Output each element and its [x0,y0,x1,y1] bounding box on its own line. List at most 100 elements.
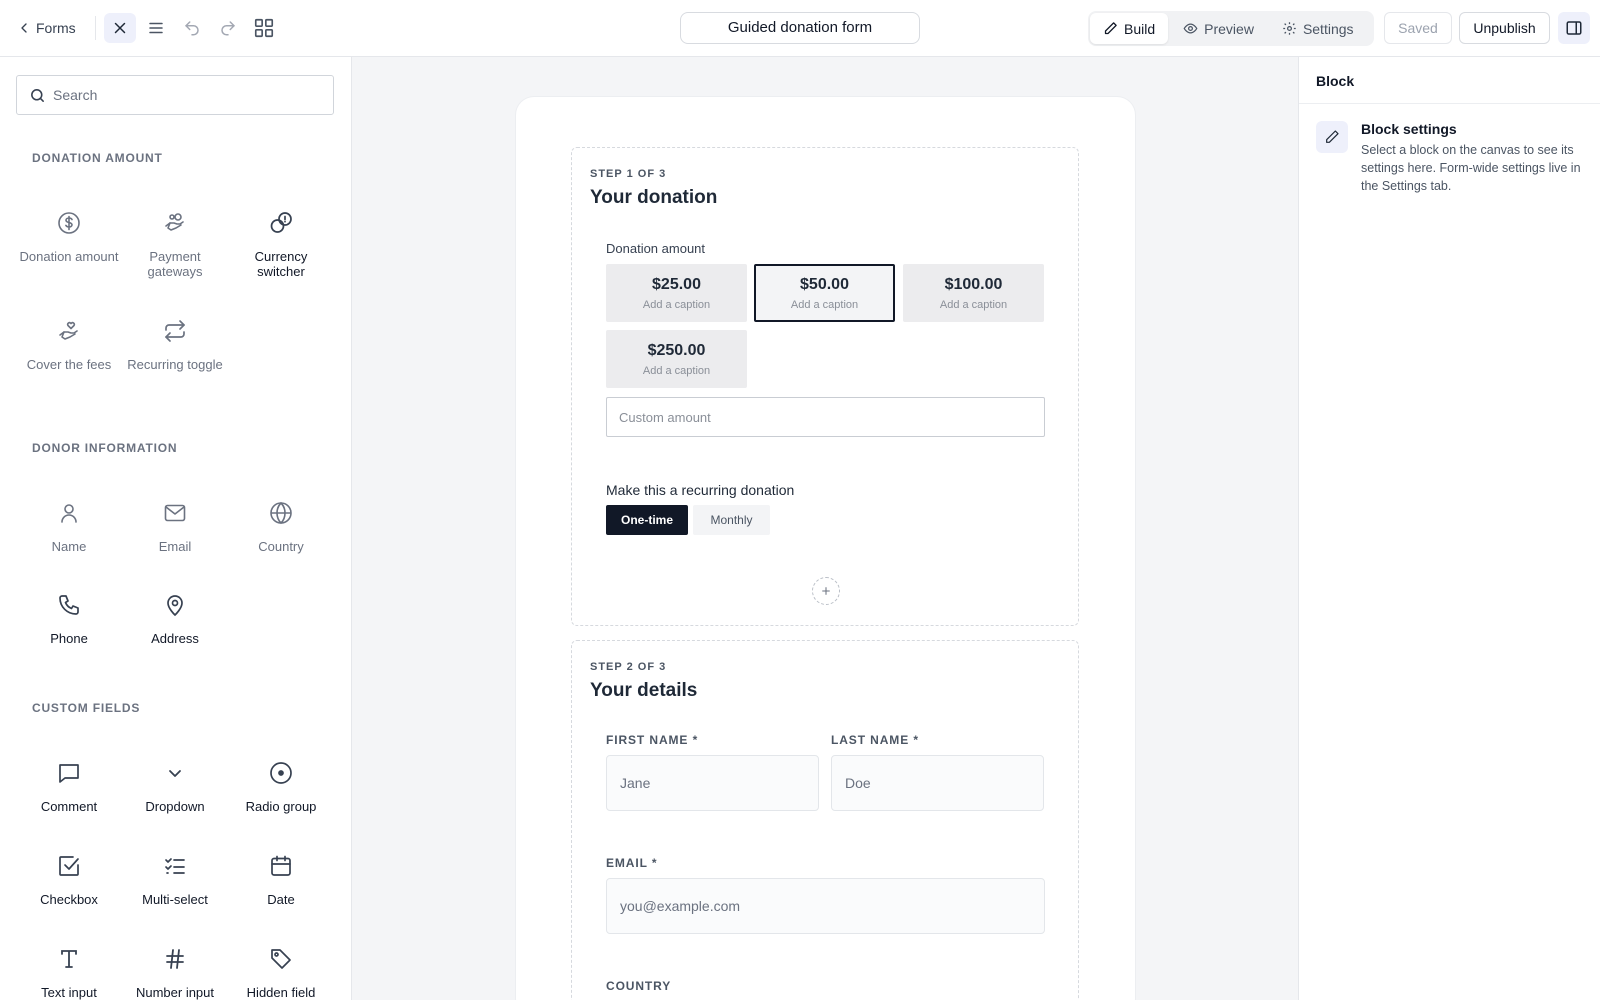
undo-button[interactable] [176,13,208,43]
last-name-label: LAST NAME * [831,733,919,747]
palette-item-address[interactable]: Address [125,593,225,646]
tab-settings[interactable]: Settings [1269,13,1367,44]
palette-item-label: Address [151,631,199,646]
palette-item-label: Date [267,892,295,907]
palette-item-email[interactable]: Email [125,501,225,554]
search-icon [31,89,44,102]
palette-item-text-input[interactable]: Text input [19,947,119,1000]
palette-item-cover-the-fees[interactable]: Cover the fees [19,319,119,372]
amount-value: $100.00 [944,276,1003,293]
palette-item-checkbox[interactable]: Checkbox [19,854,119,907]
palette-item-comment[interactable]: Comment [19,761,119,814]
first-name-input[interactable] [606,755,819,811]
close-button[interactable] [104,13,136,43]
gear-icon [1283,22,1296,35]
palette-item-donation-amount[interactable]: Donation amount [19,211,119,264]
unpublish-button[interactable]: Unpublish [1459,12,1550,44]
step-2-block[interactable]: STEP 2 OF 3 Your details FIRST NAME * LA… [571,640,1079,1000]
required-mark: * [651,856,658,870]
blocks-grid-button[interactable] [248,13,280,43]
palette-item-label: Name [51,539,87,554]
palette-item-hidden-field[interactable]: Hidden field [231,947,331,1000]
palette-item-label: Country [258,539,304,554]
last-name-input[interactable] [831,755,1044,811]
amount-caption: Add a caption [790,299,859,311]
type-icon [61,950,77,968]
amount-caption: Add a caption [939,299,1008,311]
palette-item-currency-switcher[interactable]: Currency switcher [231,211,331,279]
amount-caption: Add a caption [642,365,711,377]
palette-item-label: Currency switcher [254,249,308,279]
required-mark: * [692,733,699,747]
palette-item-label: Radio group [245,799,317,814]
outline-button[interactable] [140,13,172,43]
tab-build-label: Build [1124,20,1156,37]
inspector-header: Block [1299,57,1600,104]
recurring-option-one-time[interactable]: One-time [606,505,688,535]
block-settings-title: Block settings [1361,121,1457,137]
email-input[interactable] [606,878,1045,934]
undo-icon [185,21,199,36]
palette-item-multi-select[interactable]: Multi-select [125,854,225,907]
form-title[interactable]: Guided donation form [680,12,920,44]
grid-icon [254,18,274,38]
step-label: STEP 2 OF 3 [590,661,667,673]
chevron-left-icon [21,23,27,33]
hand-coins-icon [165,213,184,231]
checkbox-icon [59,856,79,876]
block-settings-badge [1316,121,1348,153]
custom-amount-input[interactable] [606,397,1045,437]
palette-item-payment-gateways[interactable]: Payment gateways [125,211,225,279]
palette-item-label: Cover the fees [26,357,112,372]
search-box [16,75,334,115]
pencil-icon [1104,22,1117,35]
block-palette-sidebar: DONATION AMOUNT Donation amount Payment … [0,57,352,1000]
palette-item-dropdown[interactable]: Dropdown [125,761,225,814]
toggle-panel-button[interactable] [1558,12,1590,44]
pencil-icon [1326,130,1339,143]
redo-button[interactable] [212,13,244,43]
palette-item-label: Email [158,539,192,554]
amount-option-25[interactable]: $25.00 Add a caption [606,264,747,322]
mode-tabs: Build Preview Settings [1088,11,1374,46]
amount-option-100[interactable]: $100.00 Add a caption [903,264,1044,322]
hand-heart-icon [59,321,78,340]
palette-item-phone[interactable]: Phone [19,593,119,646]
amount-value: $25.00 [652,276,701,293]
section-title-donor-information: DONOR INFORMATION [32,441,178,455]
amount-option-50[interactable]: $50.00 Add a caption [754,264,895,322]
tab-preview-label: Preview [1204,20,1254,37]
step-1-block[interactable]: STEP 1 OF 3 Your donation Donation amoun… [571,147,1079,626]
radio-icon [270,762,292,784]
back-to-forms-link[interactable]: Forms [16,16,76,40]
tab-build[interactable]: Build [1090,13,1169,44]
palette-item-label: Text input [41,985,97,1000]
palette-item-radio-group[interactable]: Radio group [231,761,331,814]
tag-icon [271,949,291,969]
first-name-label: FIRST NAME * [606,733,698,747]
inspector-panel: Block Block settings Select a block on t… [1298,57,1600,1000]
palette-item-date[interactable]: Date [231,854,331,907]
amount-caption: Add a caption [642,299,711,311]
recurring-option-monthly[interactable]: Monthly [693,505,770,535]
email-label: EMAIL * [606,856,657,870]
menu-icon [149,22,163,34]
palette-item-label: Number input [135,985,215,1000]
palette-item-label: Comment [40,799,98,814]
step-title: Your details [590,680,698,701]
calendar-icon [271,855,291,876]
palette-item-country[interactable]: Country [231,501,331,554]
search-input[interactable] [53,76,323,114]
block-settings-description: Select a block on the canvas to see its … [1361,143,1581,193]
tab-preview[interactable]: Preview [1170,13,1267,44]
first-name-label-text: FIRST NAME [606,733,689,747]
amount-option-250[interactable]: $250.00 Add a caption [606,330,747,388]
step-title: Your donation [590,187,718,208]
palette-item-number-input[interactable]: Number input [125,947,225,1000]
last-name-label-text: LAST NAME [831,733,910,747]
palette-item-name[interactable]: Name [19,501,119,554]
repeat-icon [165,320,185,342]
add-block-button[interactable] [812,577,840,605]
palette-item-recurring-toggle[interactable]: Recurring toggle [125,319,225,372]
globe-icon [270,501,292,525]
